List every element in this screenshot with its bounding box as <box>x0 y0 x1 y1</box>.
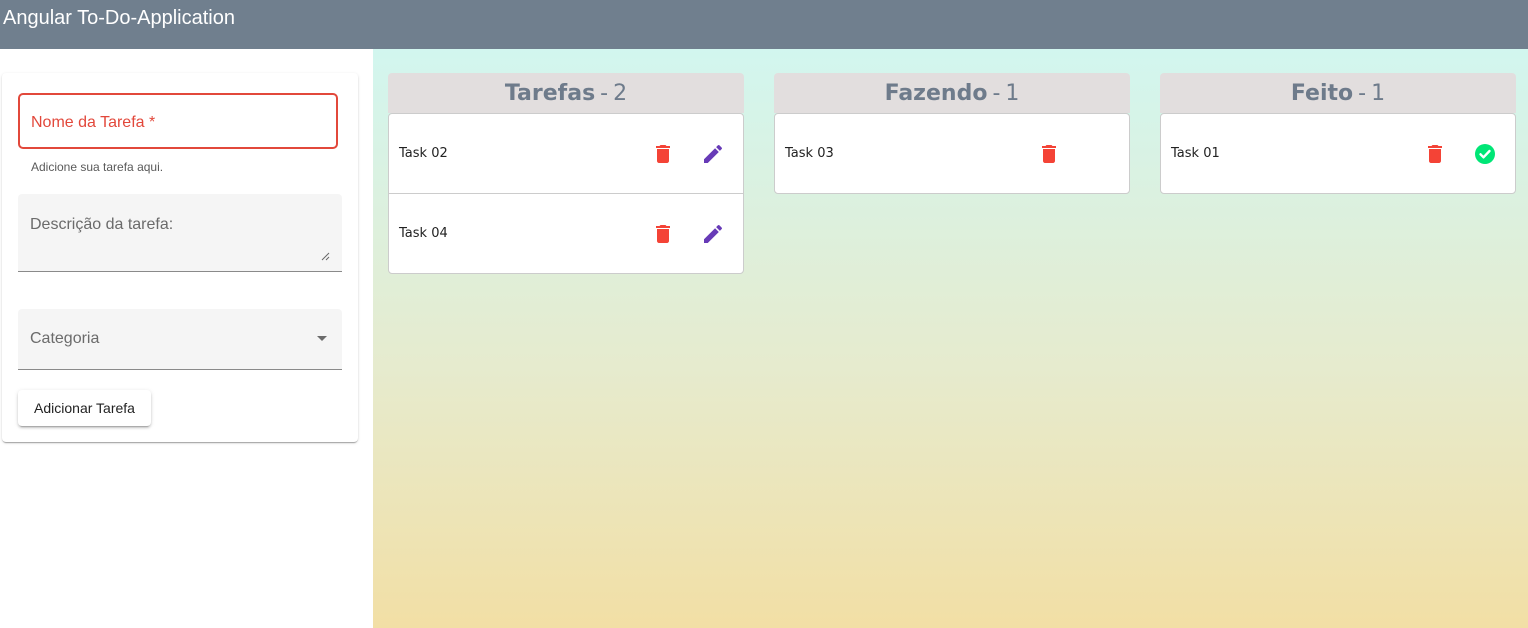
add-task-button[interactable]: Adicionar Tarefa <box>18 390 151 426</box>
column-count: 1 <box>1005 81 1020 106</box>
column-header: Tarefas -2 <box>388 73 744 113</box>
column-title: Feito <box>1290 81 1354 106</box>
delete-icon[interactable] <box>1423 142 1447 166</box>
column-separator: - <box>1358 81 1367 106</box>
dropdown-arrow-icon <box>317 336 327 341</box>
edit-icon[interactable] <box>701 142 725 166</box>
task-label: Task 03 <box>785 146 834 161</box>
task-item[interactable]: Task 02 <box>389 114 743 194</box>
task-description-label: Descrição da tarefa: <box>30 216 174 233</box>
task-list: Task 02 Task 04 <box>388 113 744 274</box>
column-count: 2 <box>613 81 628 106</box>
task-list: Task 03 <box>774 113 1130 194</box>
task-item[interactable]: Task 03 <box>775 114 1129 193</box>
column-separator: - <box>992 81 1001 106</box>
column-title: Tarefas <box>504 81 596 106</box>
task-item[interactable]: Task 01 <box>1161 114 1515 193</box>
column-header: Feito -1 <box>1160 73 1516 113</box>
check-circle-icon[interactable] <box>1473 142 1497 166</box>
task-name-label: Nome da Tarefa * <box>31 114 156 131</box>
task-label: Task 02 <box>399 146 448 161</box>
column-feito: Feito -1 Task 01 <box>1160 73 1516 194</box>
edit-icon[interactable] <box>701 222 725 246</box>
column-separator: - <box>600 81 609 106</box>
column-title: Fazendo <box>884 81 988 106</box>
task-item[interactable]: Task 04 <box>389 194 743 273</box>
task-name-hint: Adicione sua tarefa aqui. <box>31 160 164 174</box>
resize-grip-icon[interactable] <box>321 252 330 261</box>
column-fazendo: Fazendo -1 Task 03 <box>774 73 1130 194</box>
delete-icon[interactable] <box>651 222 675 246</box>
task-label: Task 01 <box>1171 146 1220 161</box>
task-list: Task 01 <box>1160 113 1516 194</box>
column-count: 1 <box>1371 81 1386 106</box>
column-header: Fazendo -1 <box>774 73 1130 113</box>
sidebar: Nome da Tarefa * Adicione sua tarefa aqu… <box>0 49 373 628</box>
task-form-card: Nome da Tarefa * Adicione sua tarefa aqu… <box>2 73 358 442</box>
task-label: Task 04 <box>399 226 448 241</box>
task-description-field[interactable]: Descrição da tarefa: <box>18 194 342 272</box>
category-label: Categoria <box>30 330 100 347</box>
app-toolbar: Angular To-Do-Application <box>0 0 1528 49</box>
delete-icon[interactable] <box>651 142 675 166</box>
column-tarefas: Tarefas -2 Task 02 Task 04 <box>388 73 744 274</box>
task-name-field[interactable]: Nome da Tarefa * <box>18 93 338 149</box>
delete-icon[interactable] <box>1037 142 1061 166</box>
task-board: Tarefas -2 Task 02 Task 04 Fazendo -1 Task 03 F… <box>373 49 1528 628</box>
category-select[interactable]: Categoria <box>18 309 342 370</box>
app-title: Angular To-Do-Application <box>3 7 235 29</box>
